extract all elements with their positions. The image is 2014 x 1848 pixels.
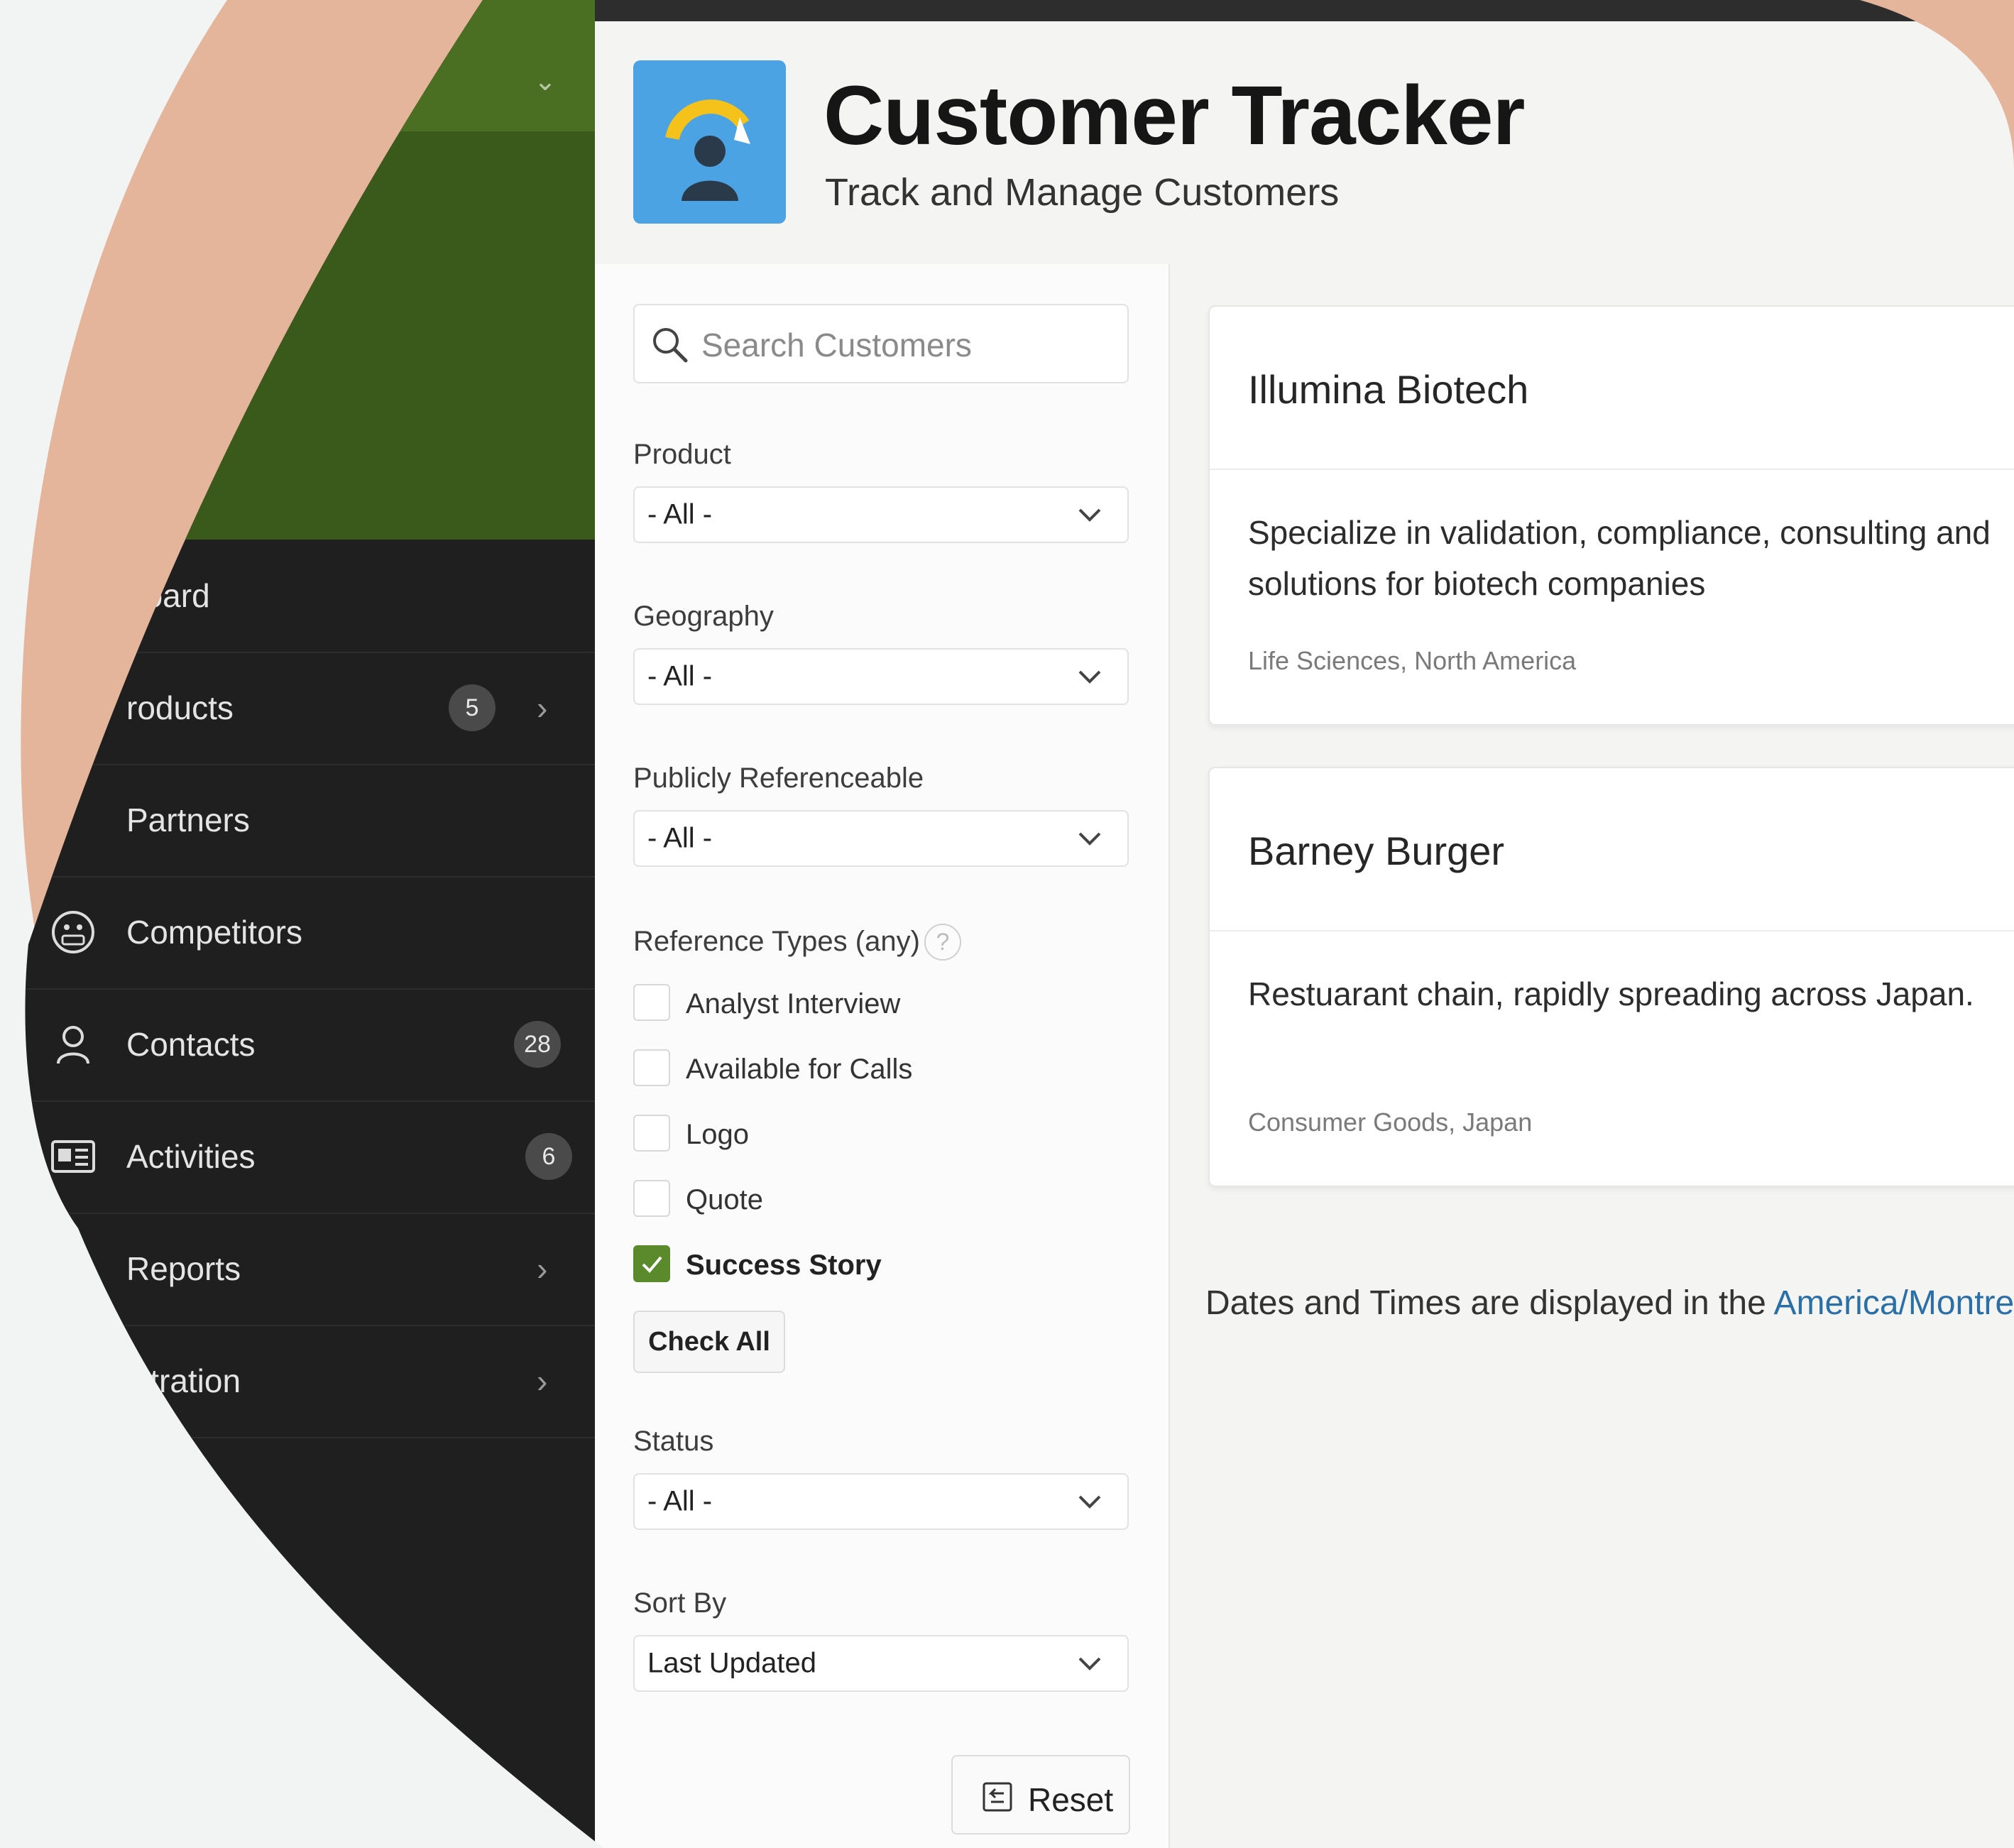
customer-name: Barney Burger [1248,829,1505,873]
sidebar-item-label: Competitors [126,914,302,951]
search-input[interactable] [700,319,1115,371]
customer-description: Restuarant chain, rapidly spreading acro… [1248,975,1974,1012]
activities-icon [50,1133,97,1180]
publicly-referenceable-select[interactable]: - All - [633,810,1129,867]
chevron-down-icon [1078,831,1102,846]
select-value: - All - [647,1485,713,1517]
sidebar-item-label: Activities [126,1138,256,1175]
chevron-down-icon [1078,669,1102,684]
checkbox[interactable] [633,1049,670,1086]
reset-button[interactable]: Reset [951,1755,1130,1835]
sidebar-item-reports[interactable]: Reports › [0,1213,595,1326]
app-logo [633,60,786,224]
checkmark-icon [635,1247,669,1281]
help-icon[interactable]: ? [924,924,961,961]
window-top-bar [595,0,2014,21]
description-line: solutions for biotech companies [1248,565,1706,602]
contacts-icon [50,1021,97,1068]
customer-card[interactable]: Illumina Biotech Specialize in validatio… [1208,305,2014,726]
sidebar: ⌄ board roducts 5 › Partners Competitors [0,0,595,1848]
count-badge: 28 [514,1021,561,1068]
checkbox-label: Success Story [686,1250,882,1281]
sort-by-select[interactable]: Last Updated [633,1635,1129,1692]
select-value: - All - [647,498,713,530]
chevron-down-icon [1078,507,1102,523]
chevron-down-icon [1078,1494,1102,1509]
sidebar-item-competitors[interactable]: Competitors [0,876,595,990]
sort-by-label: Sort By [633,1587,727,1619]
sidebar-item-label: Reports [126,1250,241,1287]
checkbox[interactable] [633,1245,670,1282]
count-badge: 5 [449,684,496,731]
sidebar-item-products[interactable]: roducts 5 › [0,652,595,765]
customer-meta: Consumer Goods, Japan [1248,1108,1533,1137]
divider [1210,930,2014,931]
reference-types-label: Reference Types (any) [633,926,920,957]
divider [1210,469,2014,470]
sidebar-item-label: Contacts [126,1026,256,1063]
search-box[interactable] [633,304,1129,383]
status-select[interactable]: - All - [633,1473,1129,1530]
timezone-note: Dates and Times are displayed in the Ame… [1205,1284,2014,1323]
chevron-down-icon[interactable]: ⌄ [534,65,557,97]
status-label: Status [633,1426,714,1457]
sidebar-item-activities[interactable]: Activities 6 [0,1100,595,1214]
chevron-right-icon: › [537,1362,548,1399]
product-select[interactable]: - All - [633,486,1129,543]
customer-meta: Life Sciences, North America [1248,646,1577,675]
chevron-down-icon [1078,1656,1102,1671]
checkbox-label: Available for Calls [686,1054,913,1085]
chevron-right-icon: › [537,689,548,726]
reset-icon [980,1779,1015,1815]
sidebar-selector[interactable] [0,0,595,131]
sidebar-item-partners[interactable]: Partners [0,764,595,877]
geography-select[interactable]: - All - [633,648,1129,705]
select-value: - All - [647,660,713,692]
customer-card[interactable]: Barney Burger Restuarant chain, rapidly … [1208,767,2014,1187]
count-badge: 6 [525,1133,572,1180]
select-value: - All - [647,822,713,854]
checkbox[interactable] [633,1115,670,1152]
product-label: Product [633,439,731,470]
sidebar-item-label: board [126,577,210,614]
checkbox-label: Analyst Interview [686,988,901,1019]
sidebar-item-dashboard[interactable]: board [0,540,595,653]
competitors-icon [50,909,97,956]
geography-label: Geography [633,601,774,632]
customer-name: Illumina Biotech [1248,367,1529,412]
page-subtitle: Track and Manage Customers [825,171,1340,214]
description-line: Specialize in validation, compliance, co… [1248,514,1991,551]
checkbox[interactable] [633,984,670,1021]
sidebar-item-label: istration [126,1362,241,1399]
check-all-button[interactable]: Check All [633,1311,785,1373]
sidebar-item-administration[interactable]: istration › [0,1325,595,1438]
select-value: Last Updated [647,1647,816,1679]
reset-label: Reset [1028,1781,1114,1818]
customer-description: Specialize in validation, compliance, co… [1248,507,2014,609]
timezone-link[interactable]: America/Montre [1773,1284,2014,1322]
publicly-referenceable-label: Publicly Referenceable [633,762,924,794]
app-window: ⌄ board roducts 5 › Partners Competitors [0,0,2014,1848]
checkbox-label: Logo [686,1119,749,1150]
checkbox[interactable] [633,1180,670,1217]
sidebar-item-label: roducts [126,689,234,726]
checkbox-label: Quote [686,1184,763,1215]
timezone-text: Dates and Times are displayed in the [1205,1284,1774,1322]
sidebar-item-contacts[interactable]: Contacts 28 [0,988,595,1102]
search-icon [649,324,690,365]
page-title: Customer Tracker [823,69,1525,163]
chevron-right-icon: › [537,1250,548,1287]
sidebar-item-label: Partners [126,802,250,838]
